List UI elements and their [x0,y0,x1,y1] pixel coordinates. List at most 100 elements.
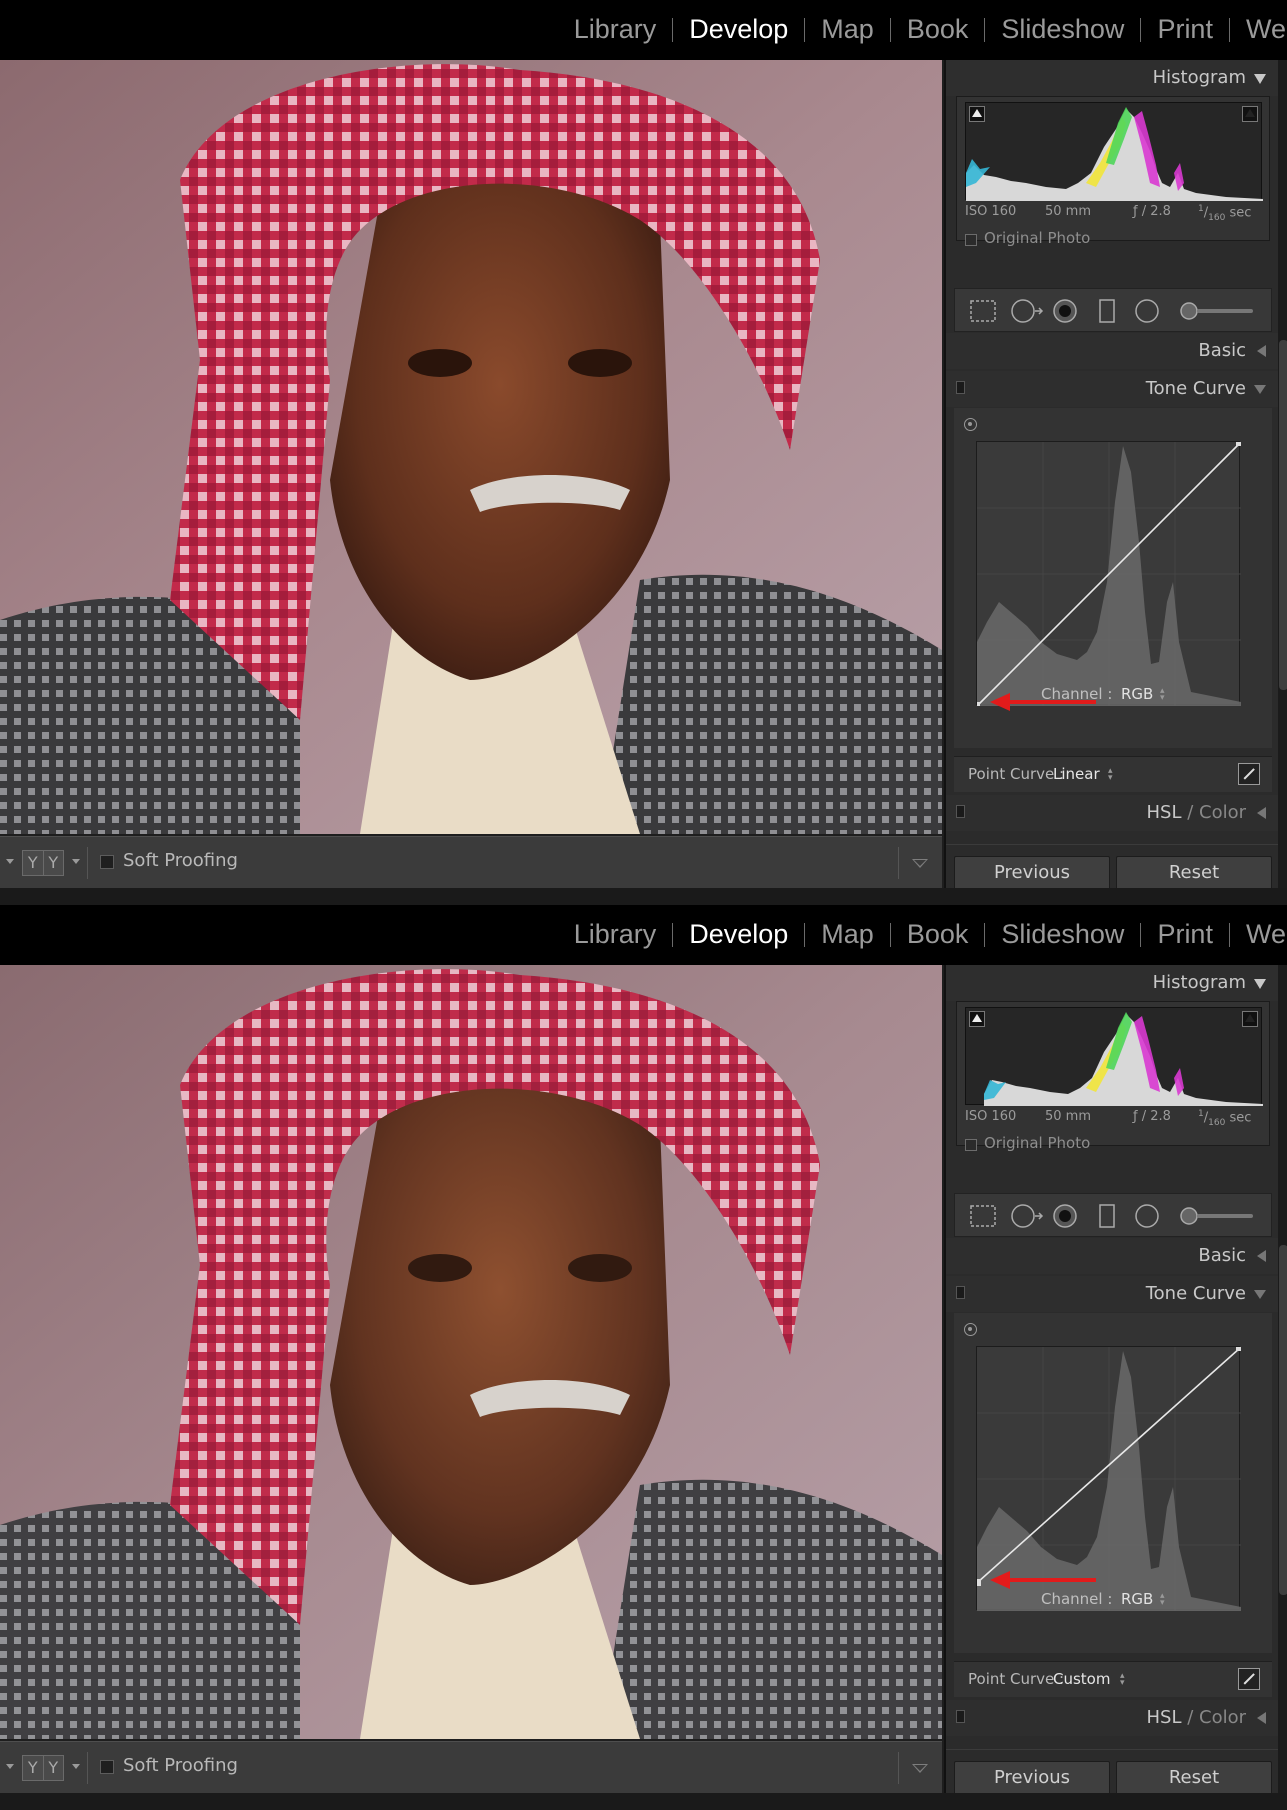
tone-curve-switch[interactable] [956,381,965,394]
point-curve-row: Point Curve : Linear ▴ ▾ [954,756,1272,792]
point-curve-edit-icon[interactable] [1238,1668,1260,1690]
expand-triangle-icon[interactable] [1257,1250,1266,1262]
curve-point-white[interactable] [1236,1345,1242,1351]
crop-overlay-icon[interactable] [968,1203,998,1229]
tone-curve-header[interactable]: Tone Curve [946,1276,1278,1312]
reset-button[interactable]: Reset [1116,1761,1272,1795]
hsl-header[interactable]: HSL / Color [946,1700,1278,1736]
previous-button[interactable]: Previous [954,1761,1110,1795]
panel-scroll-thumb[interactable] [1279,340,1287,690]
module-map[interactable]: Map [805,919,890,950]
soft-proofing-label[interactable]: Soft Proofing [123,1755,238,1776]
highlight-clipping-icon[interactable] [1242,106,1258,122]
red-eye-icon[interactable] [1052,1203,1080,1229]
adjustment-brush-icon[interactable] [1179,1203,1257,1229]
spot-removal-icon[interactable] [1010,298,1044,324]
module-develop[interactable]: Develop [673,919,804,950]
screen-after: Library Develop Map Book Slideshow Print… [0,905,1287,1810]
collapse-triangle-icon[interactable] [1254,385,1266,394]
expand-triangle-icon[interactable] [1257,807,1266,819]
soft-proofing-checkbox[interactable] [100,855,114,869]
panel-scroll-thumb[interactable] [1279,1245,1287,1595]
basic-header[interactable]: Basic [946,1238,1278,1274]
before-after-menu-arrow-icon[interactable] [72,859,80,864]
crop-overlay-icon[interactable] [968,298,998,324]
curve-point-black[interactable] [974,702,980,708]
channel-select[interactable]: RGB [1121,1590,1153,1608]
toolbar-content-chevron-down-icon[interactable] [912,1764,928,1773]
point-curve-select[interactable]: Custom [1053,1670,1110,1688]
channel-select[interactable]: RGB [1121,685,1153,703]
tone-curve-header[interactable]: Tone Curve [946,371,1278,407]
hsl-switch[interactable] [956,1710,965,1723]
histogram-plot [984,1012,1263,1106]
basic-header[interactable]: Basic [946,333,1278,369]
channel-stepper-icon[interactable]: ▴ ▾ [1160,1592,1165,1608]
module-library[interactable]: Library [558,14,673,45]
module-book[interactable]: Book [891,919,985,950]
tone-curve-switch[interactable] [956,1286,965,1299]
soft-proofing-checkbox[interactable] [100,1760,114,1774]
point-curve-select[interactable]: Linear [1053,765,1100,783]
channel-stepper-icon[interactable]: ▴ ▾ [1160,687,1165,703]
targeted-adjustment-icon[interactable] [964,1323,977,1336]
targeted-adjustment-icon[interactable] [964,418,977,431]
graduated-filter-icon[interactable] [1096,1203,1118,1229]
spot-removal-icon[interactable] [1010,1203,1044,1229]
photo-preview[interactable] [0,60,942,834]
expand-triangle-icon[interactable] [1257,345,1266,357]
graduated-filter-icon[interactable] [1096,298,1118,324]
collapse-triangle-icon[interactable] [1254,74,1266,84]
point-curve-stepper-icon[interactable]: ▴ ▾ [1108,767,1113,783]
before-after-view-button[interactable]: Y Y [22,1755,64,1781]
module-web[interactable]: Web [1230,14,1287,45]
tone-curve-graph[interactable] [974,440,1242,708]
module-map[interactable]: Map [805,14,890,45]
point-curve-edit-icon[interactable] [1238,763,1260,785]
red-arrow-icon [990,1571,1096,1589]
hsl-header[interactable]: HSL / Color [946,795,1278,831]
module-web[interactable]: Web [1230,919,1287,950]
module-library[interactable]: Library [558,919,673,950]
histogram-header[interactable]: Histogram [946,965,1278,1001]
photo-preview[interactable] [0,965,942,1739]
expand-triangle-icon[interactable] [1257,1712,1266,1724]
adjustment-brush-icon[interactable] [1179,298,1257,324]
point-curve-stepper-icon[interactable]: ▴ ▾ [1120,1672,1125,1688]
module-slideshow[interactable]: Slideshow [985,14,1140,45]
view-menu-arrow-icon[interactable] [6,859,14,864]
histogram-header[interactable]: Histogram [946,60,1278,96]
soft-proofing-label[interactable]: Soft Proofing [123,850,238,871]
hsl-switch[interactable] [956,805,965,818]
module-book[interactable]: Book [891,14,985,45]
original-photo-checkbox[interactable] [965,1139,977,1151]
exif-shutter: 1/160 sec [1198,204,1252,223]
reset-button[interactable]: Reset [1116,856,1272,890]
original-photo-label[interactable]: Original Photo [984,229,1090,247]
histogram-graph[interactable] [965,102,1263,201]
histogram-graph[interactable] [965,1007,1263,1106]
red-eye-icon[interactable] [1052,298,1080,324]
previous-button[interactable]: Previous [954,856,1110,890]
original-photo-checkbox[interactable] [965,234,977,246]
radial-filter-icon[interactable] [1134,298,1162,324]
module-develop[interactable]: Develop [673,14,804,45]
toolbar-content-chevron-down-icon[interactable] [912,859,928,868]
shadow-clipping-icon[interactable] [969,106,985,122]
original-photo-label[interactable]: Original Photo [984,1134,1090,1152]
shadow-clipping-icon[interactable] [969,1011,985,1027]
highlight-clipping-icon[interactable] [1242,1011,1258,1027]
collapse-triangle-icon[interactable] [1254,1290,1266,1299]
color-label: Color [1199,802,1246,823]
before-after-view-button[interactable]: Y Y [22,850,64,876]
curve-point-white[interactable] [1236,440,1242,446]
before-after-menu-arrow-icon[interactable] [72,1764,80,1769]
screen-before: Library Develop Map Book Slideshow Print… [0,0,1287,905]
module-print[interactable]: Print [1141,14,1229,45]
radial-filter-icon[interactable] [1134,1203,1162,1229]
module-slideshow[interactable]: Slideshow [985,919,1140,950]
view-menu-arrow-icon[interactable] [6,1764,14,1769]
module-print[interactable]: Print [1141,919,1229,950]
collapse-triangle-icon[interactable] [1254,979,1266,989]
curve-point-black[interactable] [974,1579,981,1586]
